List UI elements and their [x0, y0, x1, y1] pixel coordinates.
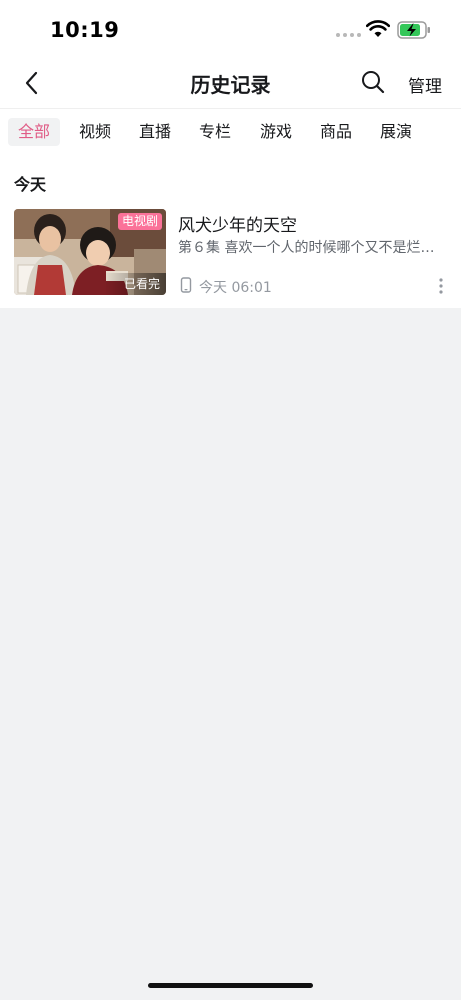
wifi-icon	[366, 20, 390, 37]
history-item[interactable]: 电视剧 已看完 风犬少年的天空 第６集 喜欢一个人的时候哪个又不是烂… 今天 0…	[0, 206, 461, 296]
video-thumbnail[interactable]: 电视剧 已看完	[14, 209, 166, 295]
battery-charging-icon	[397, 21, 430, 39]
tab-game[interactable]: 游戏	[250, 118, 302, 146]
more-options-icon[interactable]	[436, 277, 446, 295]
tab-show[interactable]: 展演	[370, 118, 422, 146]
search-icon[interactable]	[360, 69, 386, 95]
status-bar: 10:19	[0, 0, 461, 58]
navigation-bar: 历史记录 管理	[0, 58, 461, 108]
history-list: 今天 电视剧 已看完 风犬少年的天空 第６集 喜欢一个人的时候哪个又不是烂… 今…	[0, 154, 461, 308]
tab-goods[interactable]: 商品	[310, 118, 362, 146]
cellular-signal-icon	[336, 33, 361, 37]
category-tabs: 全部 视频 直播 专栏 游戏 商品 展演	[0, 108, 461, 154]
page-title: 历史记录	[190, 73, 271, 97]
section-label-today: 今天	[14, 175, 47, 194]
category-badge: 电视剧	[117, 213, 162, 230]
phone-icon	[180, 277, 192, 293]
watch-time: 今天 06:01	[199, 280, 272, 296]
tab-all[interactable]: 全部	[8, 118, 61, 146]
tab-live[interactable]: 直播	[129, 118, 181, 146]
tab-video[interactable]: 视频	[69, 118, 121, 146]
manage-button[interactable]: 管理	[408, 72, 442, 97]
watched-status-label: 已看完	[103, 273, 166, 295]
status-time: 10:19	[50, 18, 120, 42]
item-subtitle: 第６集 喜欢一个人的时候哪个又不是烂…	[178, 240, 435, 256]
item-title: 风犬少年的天空	[178, 216, 297, 236]
home-indicator	[148, 983, 313, 988]
history-screen: 10:19 历史记录 管理 全部 视频 直播 专栏 游戏 商品 展演 今天 电视…	[0, 0, 461, 1000]
tab-column[interactable]: 专栏	[189, 118, 241, 146]
